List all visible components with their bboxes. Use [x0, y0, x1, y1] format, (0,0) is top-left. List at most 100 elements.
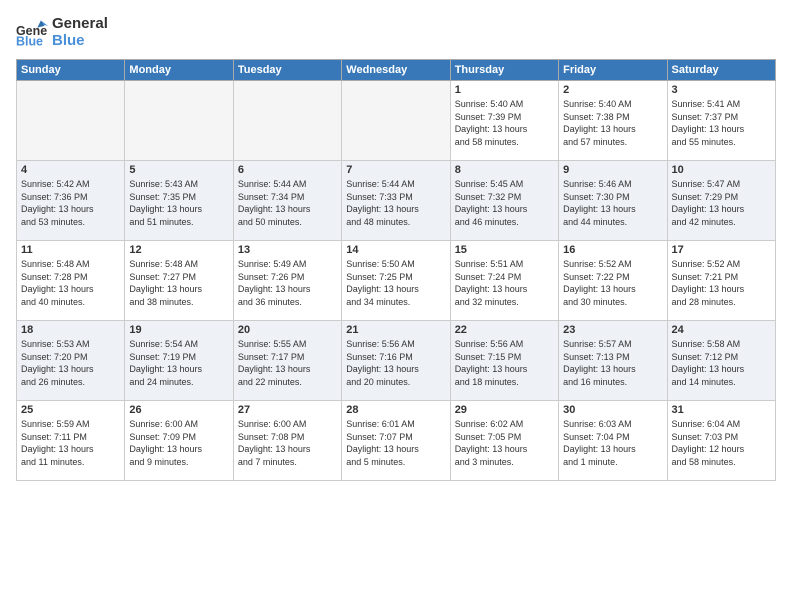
calendar-day-cell: 21Sunrise: 5:56 AM Sunset: 7:16 PM Dayli…: [342, 321, 450, 401]
day-number: 27: [238, 404, 337, 416]
day-info: Sunrise: 5:44 AM Sunset: 7:34 PM Dayligh…: [238, 178, 337, 228]
day-number: 13: [238, 244, 337, 256]
calendar-day-cell: 17 Sunrise: 5:52 AM Sunset: 7:21 PM Dayli…: [667, 241, 775, 321]
day-info: Sunrise: 5:43 AM Sunset: 7:35 PM Dayligh…: [129, 178, 228, 228]
day-info: Sunrise: 5:44 AM Sunset: 7:33 PM Dayligh…: [346, 178, 445, 228]
day-number: 22: [455, 324, 554, 336]
weekday-header-thursday: Thursday: [450, 60, 558, 81]
calendar-day-cell: 10 Sunrise: 5:47 AM Sunset: 7:29 PM Dayli…: [667, 161, 775, 241]
day-info: Sunrise: 5:47 AM Sunset: 7:29 PM Dayligh…: [672, 178, 771, 228]
calendar-day-cell: 16 Sunrise: 5:52 AM Sunset: 7:22 PM Dayli…: [559, 241, 667, 321]
calendar-day-cell: 2 Sunrise: 5:40 AM Sunset: 7:38 PM Daylig…: [559, 81, 667, 161]
weekday-header-friday: Friday: [559, 60, 667, 81]
calendar-day-cell: 13 Sunrise: 5:49 AM Sunset: 7:26 PM Dayli…: [233, 241, 341, 321]
calendar-day-cell: 23 Sunrise: 5:57 AM Sunset: 7:13 PM Dayli…: [559, 321, 667, 401]
calendar-day-cell: 25 Sunrise: 5:59 AM Sunset: 7:11 PM Dayli…: [17, 401, 125, 481]
logo: General Blue General Blue: [16, 16, 108, 49]
calendar-week-row: 11 Sunrise: 5:48 AM Sunset: 7:28 PM Dayli…: [17, 241, 776, 321]
day-info: Sunrise: 5:40 AM Sunset: 7:38 PM Dayligh…: [563, 98, 662, 148]
day-number: 2: [563, 84, 662, 96]
calendar-day-cell: 30Sunrise: 6:03 AM Sunset: 7:04 PM Dayli…: [559, 401, 667, 481]
calendar-day-cell: 20Sunrise: 5:55 AM Sunset: 7:17 PM Dayli…: [233, 321, 341, 401]
calendar-day-cell: 29Sunrise: 6:02 AM Sunset: 7:05 PM Dayli…: [450, 401, 558, 481]
day-info: Sunrise: 5:57 AM Sunset: 7:13 PM Dayligh…: [563, 338, 662, 388]
day-number: 4: [21, 164, 120, 176]
day-number: 14: [346, 244, 445, 256]
weekday-header-tuesday: Tuesday: [233, 60, 341, 81]
day-number: 24: [672, 324, 771, 336]
calendar-day-cell: 9Sunrise: 5:46 AM Sunset: 7:30 PM Daylig…: [559, 161, 667, 241]
day-info: Sunrise: 5:58 AM Sunset: 7:12 PM Dayligh…: [672, 338, 771, 388]
calendar-day-cell: 5Sunrise: 5:43 AM Sunset: 7:35 PM Daylig…: [125, 161, 233, 241]
weekday-header-wednesday: Wednesday: [342, 60, 450, 81]
calendar-day-cell: 26 Sunrise: 6:00 AM Sunset: 7:09 PM Dayli…: [125, 401, 233, 481]
day-number: 3: [672, 84, 771, 96]
svg-text:Blue: Blue: [16, 34, 43, 48]
calendar-day-cell: 18Sunrise: 5:53 AM Sunset: 7:20 PM Dayli…: [17, 321, 125, 401]
day-info: Sunrise: 6:00 AM Sunset: 7:08 PM Dayligh…: [238, 418, 337, 468]
day-info: Sunrise: 5:54 AM Sunset: 7:19 PM Dayligh…: [129, 338, 228, 388]
calendar-table: SundayMondayTuesdayWednesdayThursdayFrid…: [16, 59, 776, 481]
calendar-day-cell: 7 Sunrise: 5:44 AM Sunset: 7:33 PM Daylig…: [342, 161, 450, 241]
day-number: 1: [455, 84, 554, 96]
day-info: Sunrise: 6:01 AM Sunset: 7:07 PM Dayligh…: [346, 418, 445, 468]
day-number: 29: [455, 404, 554, 416]
calendar-week-row: 18Sunrise: 5:53 AM Sunset: 7:20 PM Dayli…: [17, 321, 776, 401]
day-info: Sunrise: 5:52 AM Sunset: 7:22 PM Dayligh…: [563, 258, 662, 308]
empty-cell: [17, 81, 125, 161]
day-number: 19: [129, 324, 228, 336]
weekday-header-row: SundayMondayTuesdayWednesdayThursdayFrid…: [17, 60, 776, 81]
day-info: Sunrise: 6:03 AM Sunset: 7:04 PM Dayligh…: [563, 418, 662, 468]
logo-bird-icon: General Blue: [16, 17, 48, 49]
weekday-header-monday: Monday: [125, 60, 233, 81]
empty-cell: [233, 81, 341, 161]
day-info: Sunrise: 6:00 AM Sunset: 7:09 PM Dayligh…: [129, 418, 228, 468]
logo-blue: Blue: [52, 33, 108, 50]
day-number: 6: [238, 164, 337, 176]
calendar-week-row: 1 Sunrise: 5:40 AM Sunset: 7:39 PM Daylig…: [17, 81, 776, 161]
calendar-week-row: 25 Sunrise: 5:59 AM Sunset: 7:11 PM Dayli…: [17, 401, 776, 481]
day-info: Sunrise: 5:45 AM Sunset: 7:32 PM Dayligh…: [455, 178, 554, 228]
weekday-header-sunday: Sunday: [17, 60, 125, 81]
day-number: 7: [346, 164, 445, 176]
day-number: 18: [21, 324, 120, 336]
calendar-day-cell: 6 Sunrise: 5:44 AM Sunset: 7:34 PM Daylig…: [233, 161, 341, 241]
logo-general: General: [52, 16, 108, 33]
calendar-day-cell: 12Sunrise: 5:48 AM Sunset: 7:27 PM Dayli…: [125, 241, 233, 321]
day-info: Sunrise: 5:56 AM Sunset: 7:15 PM Dayligh…: [455, 338, 554, 388]
day-info: Sunrise: 5:48 AM Sunset: 7:28 PM Dayligh…: [21, 258, 120, 308]
day-info: Sunrise: 5:51 AM Sunset: 7:24 PM Dayligh…: [455, 258, 554, 308]
day-info: Sunrise: 5:49 AM Sunset: 7:26 PM Dayligh…: [238, 258, 337, 308]
day-number: 15: [455, 244, 554, 256]
calendar-day-cell: 1 Sunrise: 5:40 AM Sunset: 7:39 PM Daylig…: [450, 81, 558, 161]
day-number: 17: [672, 244, 771, 256]
day-info: Sunrise: 5:48 AM Sunset: 7:27 PM Dayligh…: [129, 258, 228, 308]
day-number: 8: [455, 164, 554, 176]
day-number: 28: [346, 404, 445, 416]
day-info: Sunrise: 5:46 AM Sunset: 7:30 PM Dayligh…: [563, 178, 662, 228]
empty-cell: [125, 81, 233, 161]
day-number: 16: [563, 244, 662, 256]
calendar-day-cell: 8 Sunrise: 5:45 AM Sunset: 7:32 PM Daylig…: [450, 161, 558, 241]
calendar-day-cell: 28 Sunrise: 6:01 AM Sunset: 7:07 PM Dayli…: [342, 401, 450, 481]
page: General Blue General Blue SundayMondayTu…: [0, 0, 792, 612]
day-info: Sunrise: 5:52 AM Sunset: 7:21 PM Dayligh…: [672, 258, 771, 308]
calendar-day-cell: 11 Sunrise: 5:48 AM Sunset: 7:28 PM Dayli…: [17, 241, 125, 321]
calendar-day-cell: 14 Sunrise: 5:50 AM Sunset: 7:25 PM Dayli…: [342, 241, 450, 321]
day-info: Sunrise: 5:41 AM Sunset: 7:37 PM Dayligh…: [672, 98, 771, 148]
calendar-day-cell: 24 Sunrise: 5:58 AM Sunset: 7:12 PM Dayli…: [667, 321, 775, 401]
day-info: Sunrise: 5:40 AM Sunset: 7:39 PM Dayligh…: [455, 98, 554, 148]
day-info: Sunrise: 5:59 AM Sunset: 7:11 PM Dayligh…: [21, 418, 120, 468]
day-number: 10: [672, 164, 771, 176]
day-number: 26: [129, 404, 228, 416]
calendar-week-row: 4Sunrise: 5:42 AM Sunset: 7:36 PM Daylig…: [17, 161, 776, 241]
calendar-day-cell: 19 Sunrise: 5:54 AM Sunset: 7:19 PM Dayli…: [125, 321, 233, 401]
header: General Blue General Blue: [16, 16, 776, 49]
day-number: 25: [21, 404, 120, 416]
day-number: 23: [563, 324, 662, 336]
weekday-header-saturday: Saturday: [667, 60, 775, 81]
calendar-day-cell: 15 Sunrise: 5:51 AM Sunset: 7:24 PM Dayli…: [450, 241, 558, 321]
day-number: 11: [21, 244, 120, 256]
day-number: 31: [672, 404, 771, 416]
day-info: Sunrise: 5:50 AM Sunset: 7:25 PM Dayligh…: [346, 258, 445, 308]
